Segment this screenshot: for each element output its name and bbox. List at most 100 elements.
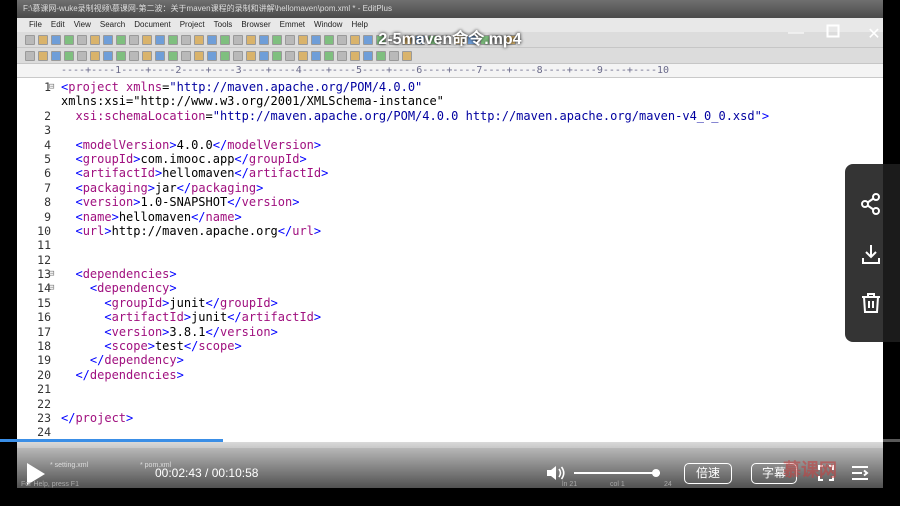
line-number: 12 bbox=[37, 252, 51, 267]
minimize-icon[interactable]: — bbox=[786, 24, 806, 42]
toolbar-button-icon[interactable] bbox=[220, 50, 230, 61]
toolbar-button-icon[interactable] bbox=[38, 50, 48, 61]
code-line[interactable]: xmlns:xsi="http://www.w3.org/2001/XMLSch… bbox=[61, 94, 883, 108]
code-line[interactable]: 23 </project> bbox=[37, 410, 883, 425]
code-text: <artifactId>junit</artifactId> bbox=[104, 310, 322, 325]
video-frame: F:\慕课网-wuke录制视频\慕课网-第二波：关于maven课程的录制和讲解\… bbox=[17, 0, 883, 488]
code-line[interactable]: 6 <artifactId>hellomaven</artifactId> bbox=[44, 166, 883, 181]
line-number: 19 bbox=[37, 353, 51, 368]
toolbar-button-icon[interactable] bbox=[116, 50, 126, 61]
toolbar-button-icon[interactable] bbox=[194, 50, 204, 61]
toolbar-button-icon[interactable] bbox=[311, 50, 321, 61]
editor-window-title: F:\慕课网-wuke录制视频\慕课网-第二波：关于maven课程的录制和讲解\… bbox=[17, 0, 883, 18]
code-text: </dependencies> bbox=[75, 367, 184, 382]
code-lines: 1 ⊟ <project xmlns="http://maven.apache.or… bbox=[37, 80, 883, 440]
download-icon[interactable] bbox=[859, 242, 883, 266]
toolbar-button-icon[interactable] bbox=[272, 50, 282, 61]
code-line[interactable]: 16 <artifactId>junit</artifactId> bbox=[37, 310, 883, 325]
code-line[interactable]: 20 </dependencies> bbox=[37, 367, 883, 382]
toolbar-button-icon[interactable] bbox=[103, 50, 113, 61]
code-text: <modelVersion>4.0.0</modelVersion> bbox=[75, 137, 322, 152]
progress-bar[interactable] bbox=[0, 439, 900, 442]
code-line[interactable]: 12 bbox=[37, 253, 883, 267]
code-line[interactable]: 2 xsi:schemaLocation="http://maven.apach… bbox=[44, 109, 883, 123]
code-text: <dependency> bbox=[89, 281, 177, 296]
line-number: 18 bbox=[37, 339, 51, 354]
code-line[interactable]: 4 <modelVersion>4.0.0</modelVersion> bbox=[44, 137, 883, 152]
line-number: 8 bbox=[44, 195, 51, 210]
editor-status-bar: For Help, press F1 ln 21 col 1 24 bbox=[17, 481, 883, 489]
toolbar-button-icon[interactable] bbox=[90, 50, 100, 61]
status-help: For Help, press F1 bbox=[21, 481, 79, 488]
code-line[interactable]: 21 bbox=[37, 382, 883, 396]
toolbar-button-icon[interactable] bbox=[350, 50, 360, 61]
editor-ruler: ----+----1----+----2----+----3----+----4… bbox=[17, 64, 883, 78]
editor-toolbar-2 bbox=[17, 48, 883, 64]
toolbar-button-icon[interactable] bbox=[129, 50, 139, 61]
code-line[interactable]: 22 bbox=[37, 397, 883, 411]
code-text: </project> bbox=[61, 410, 134, 425]
progress-fill bbox=[0, 439, 224, 442]
toolbar-button-icon[interactable] bbox=[181, 50, 191, 61]
code-line[interactable]: 17 <version>3.8.1</version> bbox=[37, 325, 883, 339]
fold-toggle-icon[interactable]: ⊟ bbox=[49, 80, 54, 94]
toolbar-button-icon[interactable] bbox=[246, 50, 256, 61]
taskbar-tab-setting: * setting.xml bbox=[50, 462, 89, 469]
toolbar-button-icon[interactable] bbox=[389, 50, 399, 61]
code-line[interactable]: 24 bbox=[37, 425, 883, 439]
code-line[interactable]: 15 <groupId>junit</groupId> bbox=[37, 296, 883, 310]
total-duration: 00:10:58 bbox=[211, 466, 259, 480]
fold-toggle-icon[interactable]: ⊟ bbox=[49, 281, 54, 295]
code-line[interactable]: 3 bbox=[44, 123, 883, 137]
current-time: 00:02:43 bbox=[155, 466, 202, 480]
line-number: 9 bbox=[44, 209, 51, 224]
toolbar-button-icon[interactable] bbox=[324, 50, 334, 61]
toolbar-button-icon[interactable] bbox=[259, 50, 269, 61]
toolbar-button-icon[interactable] bbox=[402, 50, 412, 61]
toolbar-button-icon[interactable] bbox=[155, 50, 165, 61]
line-number: 21 bbox=[37, 382, 51, 397]
code-text: <artifactId>hellomaven</artifactId> bbox=[75, 166, 329, 181]
code-line[interactable]: 14 ⊟ <dependency> bbox=[37, 281, 883, 296]
toolbar-button-icon[interactable] bbox=[298, 50, 308, 61]
close-icon[interactable]: ✕ bbox=[864, 24, 884, 44]
code-line[interactable]: 8 <version>1.0-SNAPSHOT</version> bbox=[44, 195, 883, 210]
volume-knob[interactable] bbox=[651, 469, 660, 477]
status-number: 24 bbox=[664, 481, 672, 488]
code-text: <version>1.0-SNAPSHOT</version> bbox=[75, 195, 300, 210]
code-text: <scope>test</scope> bbox=[104, 339, 242, 354]
code-line[interactable]: 13 ⊟ <dependencies> bbox=[37, 267, 883, 281]
fold-toggle-icon[interactable]: ⊟ bbox=[49, 267, 54, 281]
playlist-icon[interactable] bbox=[851, 465, 869, 481]
maximize-icon[interactable] bbox=[823, 24, 843, 43]
line-number: 17 bbox=[37, 324, 51, 339]
toolbar-button-icon[interactable] bbox=[77, 50, 87, 61]
share-icon[interactable] bbox=[859, 192, 883, 216]
toolbar-button-icon[interactable] bbox=[207, 50, 217, 61]
code-line[interactable]: 19 </dependency> bbox=[37, 353, 883, 367]
line-number: 23 bbox=[37, 410, 51, 425]
code-line[interactable]: 1 ⊟ <project xmlns="http://maven.apache.or… bbox=[44, 80, 883, 94]
volume-slider[interactable] bbox=[574, 472, 660, 474]
toolbar-button-icon[interactable] bbox=[51, 50, 61, 61]
code-line[interactable]: 5 <groupId>com.imooc.app</groupId> bbox=[44, 152, 883, 166]
toolbar-button-icon[interactable] bbox=[337, 50, 347, 61]
toolbar-button-icon[interactable] bbox=[142, 50, 152, 61]
code-line[interactable]: 18 <scope>test</scope> bbox=[37, 339, 883, 354]
line-number: 6 bbox=[44, 166, 51, 181]
toolbar-button-icon[interactable] bbox=[25, 50, 35, 61]
toolbar-button-icon[interactable] bbox=[168, 50, 178, 61]
code-line[interactable]: 11 bbox=[37, 238, 883, 252]
toolbar-button-icon[interactable] bbox=[285, 50, 295, 61]
volume-icon[interactable] bbox=[546, 464, 566, 482]
toolbar-button-icon[interactable] bbox=[233, 50, 243, 61]
toolbar-button-icon[interactable] bbox=[64, 50, 74, 61]
delete-icon[interactable] bbox=[859, 291, 883, 315]
status-column: col 1 bbox=[610, 481, 625, 488]
code-line[interactable]: 9 <name>hellomaven</name> bbox=[44, 210, 883, 224]
code-line[interactable]: 7 <packaging>jar</packaging> bbox=[44, 181, 883, 195]
toolbar-button-icon[interactable] bbox=[376, 50, 386, 61]
code-text: <project xmlns="http://maven.apache.org/… bbox=[61, 80, 423, 94]
toolbar-button-icon[interactable] bbox=[363, 50, 373, 61]
code-line[interactable]: 10 <url>http://maven.apache.org</url> bbox=[37, 224, 883, 238]
